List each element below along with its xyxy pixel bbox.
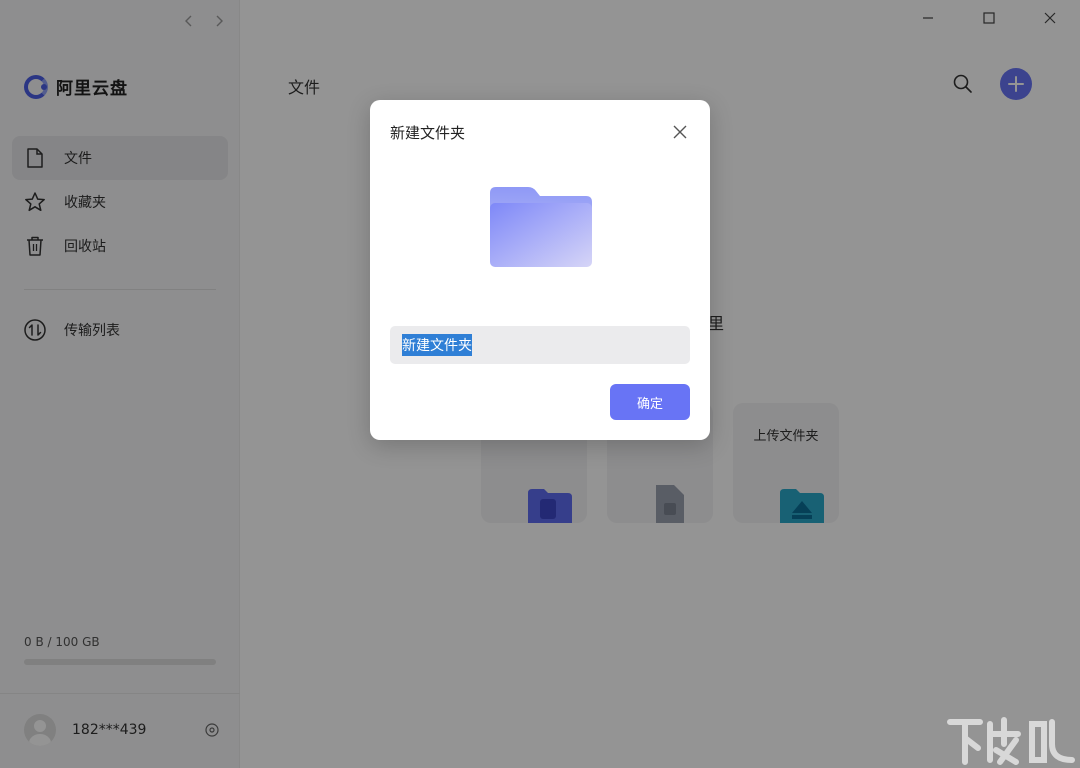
dialog-title: 新建文件夹 xyxy=(390,122,465,143)
close-icon[interactable] xyxy=(670,122,690,142)
watermark-logo-icon xyxy=(944,714,1078,768)
folder-name-input[interactable]: 新建文件夹 xyxy=(390,326,690,364)
folder-illustration-icon xyxy=(488,185,594,271)
confirm-button[interactable]: 确定 xyxy=(610,384,690,420)
new-folder-dialog: 新建文件夹 新建文件夹 确定 xyxy=(370,100,710,440)
folder-name-input-value: 新建文件夹 xyxy=(402,334,472,356)
